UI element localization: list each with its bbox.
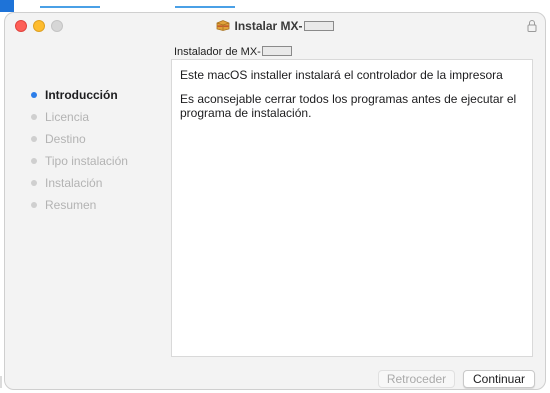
- step-licencia: Licencia: [27, 109, 128, 131]
- step-label: Licencia: [45, 110, 90, 124]
- installer-subtitle-text: Instalador de MX-: [174, 46, 261, 58]
- installer-window: Instalar MX- Instalador de MX- Introducc…: [4, 12, 546, 390]
- intro-paragraph: Este macOS installer instalará el contro…: [180, 68, 503, 82]
- package-icon: [216, 20, 230, 31]
- window-title-text: Instalar MX-: [234, 19, 303, 33]
- step-label: Destino: [45, 132, 86, 146]
- accent-line: [40, 6, 100, 8]
- step-bullet-icon: [31, 92, 37, 98]
- step-bullet-icon: [31, 158, 37, 164]
- window-title: Instalar MX-: [5, 19, 545, 33]
- content-pane[interactable]: Este macOS installer instalará el contro…: [171, 59, 533, 357]
- step-bullet-icon: [31, 136, 37, 142]
- step-label: Tipo instalación: [45, 154, 128, 168]
- advice-paragraph: Es aconsejable cerrar todos los programa…: [180, 92, 517, 120]
- step-bullet-icon: [31, 114, 37, 120]
- step-introduccion: Introducción: [27, 87, 128, 109]
- continue-button[interactable]: Continuar: [463, 370, 535, 388]
- step-bullet-icon: [31, 202, 37, 208]
- back-button[interactable]: Retroceder: [378, 370, 455, 388]
- top-accent-strip: [0, 0, 550, 12]
- step-destino: Destino: [27, 131, 128, 153]
- step-list: Introducción Licencia Destino Tipo insta…: [27, 87, 128, 219]
- title-bar[interactable]: Instalar MX-: [5, 13, 545, 39]
- step-instalacion: Instalación: [27, 175, 128, 197]
- installer-subtitle: Instalador de MX-: [174, 46, 292, 58]
- edge-divider: [0, 376, 2, 388]
- step-tipo-instalacion: Tipo instalación: [27, 153, 128, 175]
- redacted-model: [261, 46, 292, 56]
- lock-icon: [527, 19, 537, 33]
- step-label: Instalación: [45, 176, 103, 190]
- step-resumen: Resumen: [27, 197, 128, 219]
- redacted-model: [303, 21, 334, 31]
- step-label: Resumen: [45, 198, 97, 212]
- accent-block: [0, 0, 14, 12]
- step-label: Introducción: [45, 88, 118, 102]
- accent-line: [175, 6, 235, 8]
- step-bullet-icon: [31, 180, 37, 186]
